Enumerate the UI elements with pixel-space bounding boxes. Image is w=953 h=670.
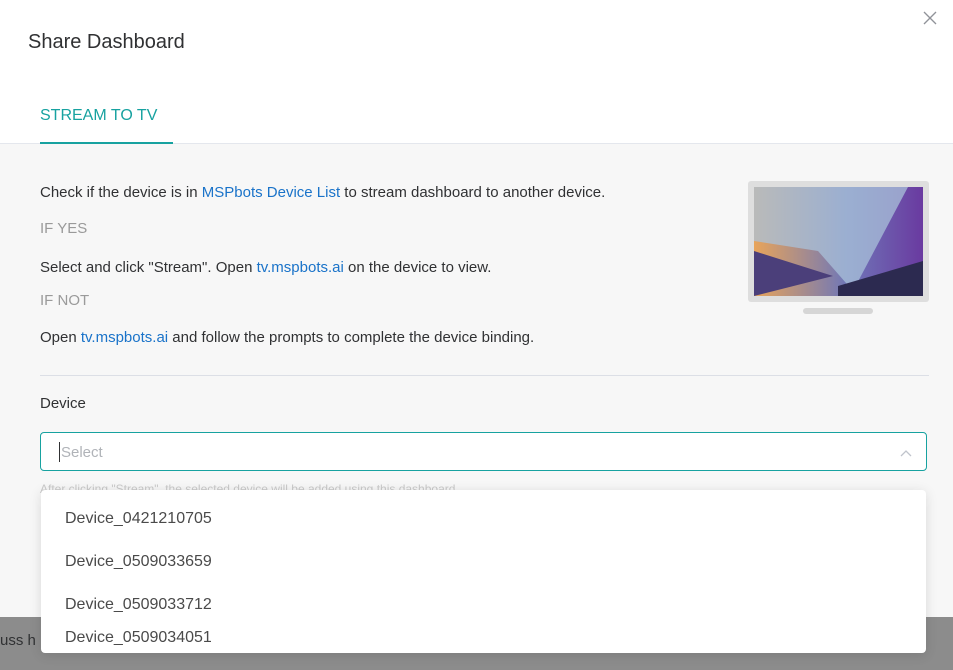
dropdown-option[interactable]: Device_0421210705	[65, 510, 212, 528]
dropdown-option[interactable]: Device_0509034051	[65, 629, 212, 647]
device-dropdown: Device_0421210705 Device_0509033659 Devi…	[41, 490, 926, 653]
device-select[interactable]: Select	[40, 432, 927, 471]
instruction-line-3: Open tv.mspbots.ai and follow the prompt…	[40, 329, 534, 346]
dropdown-option[interactable]: Device_0509033659	[65, 553, 212, 571]
instruction-text: Open	[40, 329, 81, 346]
section-divider	[40, 375, 929, 376]
text-caret	[59, 442, 60, 462]
device-select-placeholder: Select	[61, 444, 103, 461]
instruction-text: Select and click "Stream". Open	[40, 259, 257, 276]
instruction-line-1: Check if the device is in MSPbots Device…	[40, 184, 605, 201]
dialog-title: Share Dashboard	[28, 31, 185, 53]
tv-site-link[interactable]: tv.mspbots.ai	[257, 259, 344, 276]
tab-bar: STREAM TO TV	[0, 98, 953, 144]
instruction-text: on the device to view.	[343, 259, 492, 276]
device-label: Device	[40, 395, 86, 412]
close-icon[interactable]	[921, 9, 939, 27]
device-list-link[interactable]: MSPbots Device List	[202, 184, 340, 201]
tab-stream-to-tv[interactable]: STREAM TO TV	[40, 107, 157, 125]
instruction-line-2: Select and click "Stream". Open tv.mspbo…	[40, 259, 491, 276]
tv-illustration	[748, 181, 929, 314]
dropdown-option[interactable]: Device_0509033712	[65, 596, 212, 614]
instruction-text: to stream dashboard to another device.	[340, 184, 606, 201]
share-dashboard-dialog: Share Dashboard STREAM TO TV Check if th…	[0, 0, 953, 670]
instruction-text: and follow the prompts to complete the d…	[168, 329, 535, 346]
chevron-up-icon[interactable]	[898, 445, 914, 461]
if-yes-label: IF YES	[40, 220, 88, 237]
tv-site-link[interactable]: tv.mspbots.ai	[81, 329, 168, 346]
instruction-text: Check if the device is in	[40, 184, 202, 201]
background-page-text: uss h	[0, 632, 36, 649]
if-not-label: IF NOT	[40, 292, 90, 309]
